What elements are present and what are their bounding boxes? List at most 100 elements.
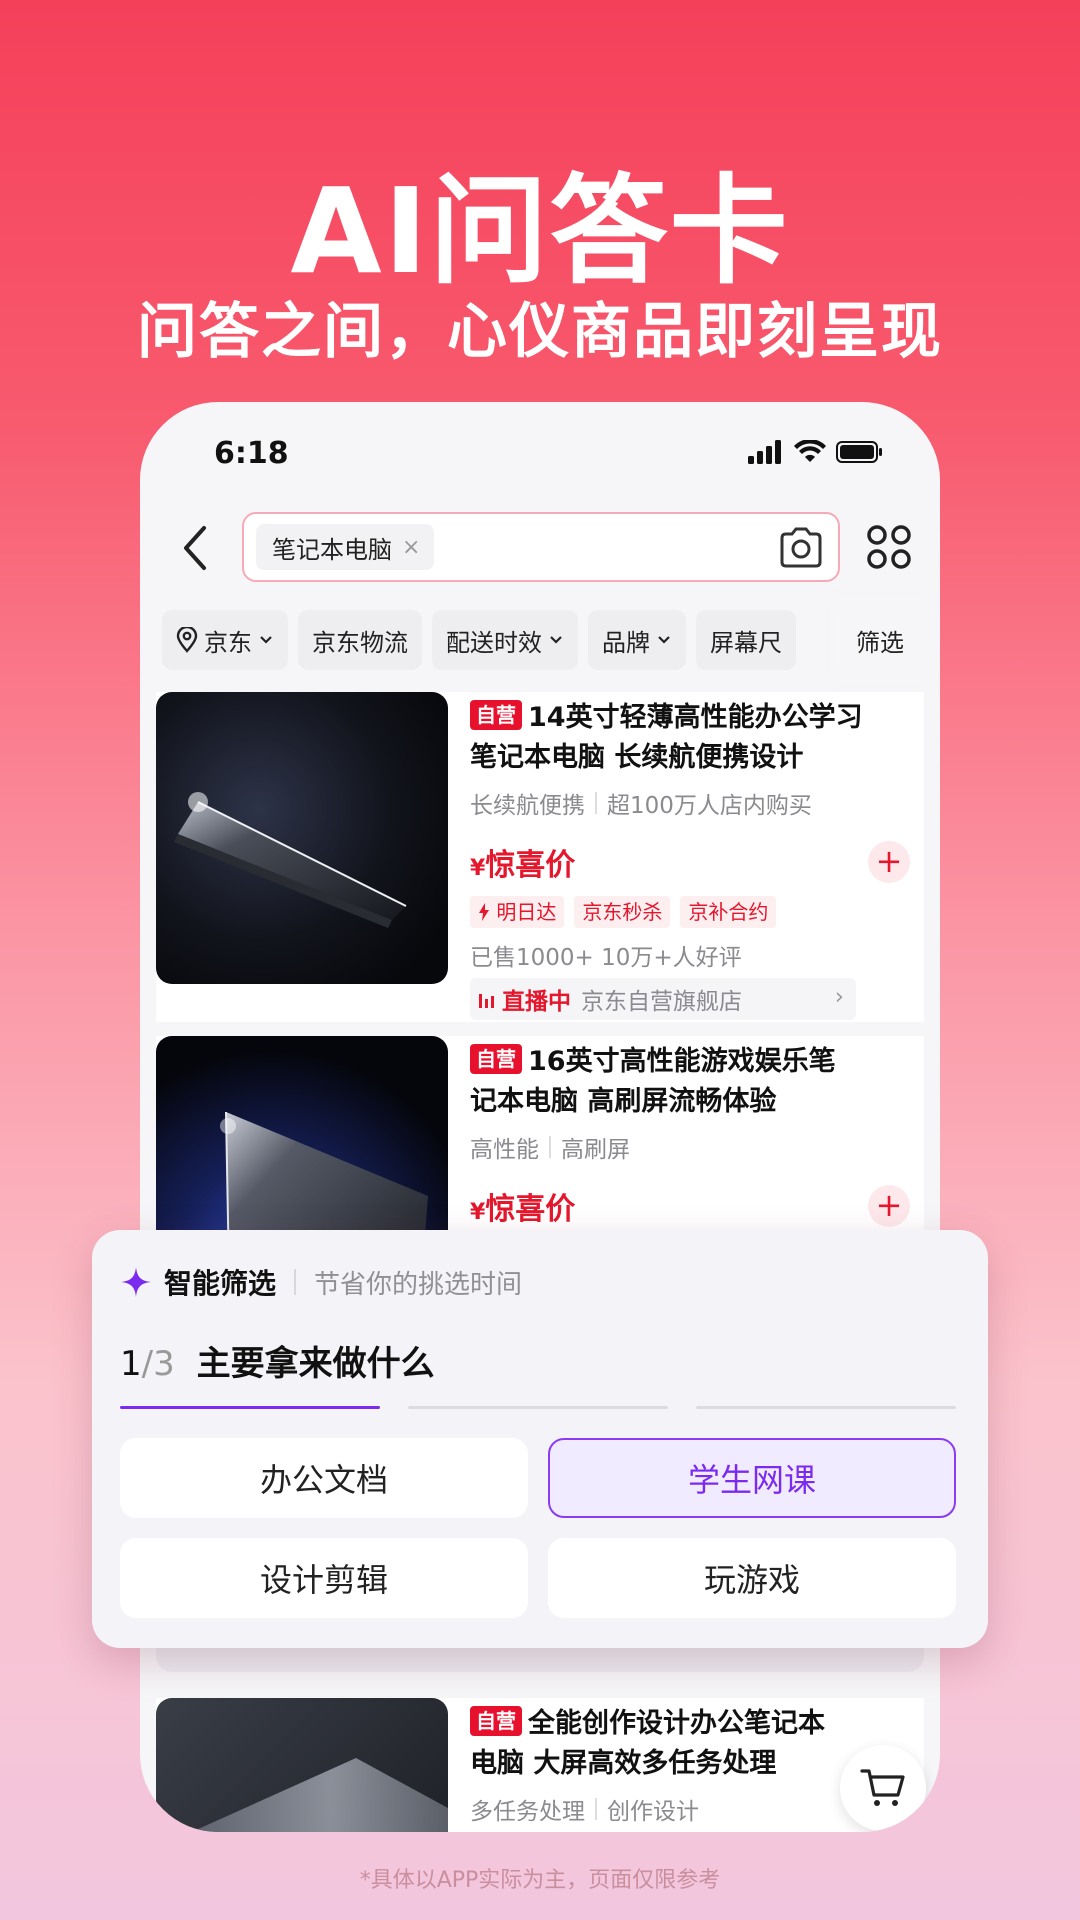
product-title-line1: 14英寸轻薄高性能办公学习	[528, 702, 863, 733]
product-card-3[interactable]: 自营 全能创作设计办公笔记本 电脑 大屏高效多任务处理 多任务处理 创作设计	[156, 1698, 924, 1832]
feature-tag: 高刷屏	[561, 1137, 630, 1163]
live-store-link[interactable]: 直播中 京东自营旗舰店 ›	[470, 978, 856, 1020]
divider	[549, 1136, 551, 1158]
search-keyword: 笔记本电脑	[272, 535, 392, 564]
product-title-line1: 全能创作设计办公笔记本	[528, 1708, 825, 1739]
add-to-cart-button[interactable]: +	[868, 1185, 910, 1227]
live-label: 直播中	[502, 989, 571, 1015]
filter-brand[interactable]: 品牌	[588, 610, 686, 670]
option-online-class[interactable]: 学生网课	[548, 1438, 956, 1518]
hero-title: AI问答卡	[290, 162, 790, 300]
smart-filter-card: 智能筛选 节省你的挑选时间 1/3 主要拿来做什么 办公文档 学生网课 设计剪辑…	[92, 1230, 988, 1648]
wifi-icon	[794, 440, 826, 462]
question-heading: 1/3 主要拿来做什么	[120, 1336, 435, 1385]
product-title-line2: 电脑 大屏高效多任务处理	[470, 1748, 777, 1779]
camera-button[interactable]	[778, 526, 824, 570]
answer-options: 办公文档 学生网课 设计剪辑 玩游戏	[120, 1438, 956, 1618]
filter-screen-size[interactable]: 屏幕尺	[696, 610, 796, 670]
cart-icon	[860, 1769, 905, 1806]
filter-location[interactable]: 京东	[162, 610, 288, 670]
price-row: ¥惊喜价 +	[470, 1184, 910, 1228]
progress-segment	[408, 1406, 668, 1409]
cart-button[interactable]	[840, 1745, 926, 1831]
filter-screen-label: 屏幕尺	[710, 628, 782, 657]
price-label: 惊喜价	[485, 1192, 576, 1227]
product-title[interactable]: 自营 14英寸轻薄高性能办公学习 笔记本电脑 长续航便携设计	[470, 698, 910, 778]
self-operated-badge: 自营	[470, 1706, 522, 1736]
laptop-image	[156, 1698, 448, 1832]
option-office-docs[interactable]: 办公文档	[120, 1438, 528, 1518]
smart-filter-title: 智能筛选	[164, 1267, 277, 1300]
filter-delivery-label: 配送时效	[446, 628, 542, 657]
sparkle-icon	[121, 1267, 151, 1297]
option-gaming[interactable]: 玩游戏	[548, 1538, 956, 1618]
progress-segment	[120, 1406, 380, 1409]
filter-delivery[interactable]: 配送时效	[432, 610, 578, 670]
search-row: 笔记本电脑 ×	[140, 502, 940, 592]
question-progress	[120, 1406, 956, 1409]
product-features: 长续航便携 超100万人店内购买	[470, 786, 910, 820]
feature-tag: 长续航便携	[470, 793, 585, 819]
chevron-left-icon	[184, 526, 206, 570]
question-total: /3	[141, 1344, 175, 1384]
filter-logistics[interactable]: 京东物流	[298, 610, 422, 670]
search-keyword-chip[interactable]: 笔记本电脑 ×	[256, 524, 435, 570]
promo-tag-subsidy: 京补合约	[680, 896, 777, 928]
question-text: 主要拿来做什么	[196, 1344, 435, 1384]
back-button[interactable]	[174, 520, 218, 576]
divider	[294, 1269, 297, 1295]
progress-segment	[696, 1406, 956, 1409]
filter-brand-label: 品牌	[602, 628, 650, 657]
location-pin-icon	[176, 627, 198, 653]
currency-symbol: ¥	[470, 856, 486, 881]
feature-tag: 高性能	[470, 1137, 539, 1163]
product-card-1[interactable]: 自营 14英寸轻薄高性能办公学习 笔记本电脑 长续航便携设计 长续航便携 超100…	[156, 692, 924, 1022]
chevron-right-icon: ›	[834, 984, 844, 1010]
chevron-down-icon	[550, 636, 562, 644]
feature-tag: 超100万人店内购买	[607, 793, 812, 819]
filter-more-button[interactable]: 筛选	[840, 598, 940, 682]
filter-location-label: 京东	[204, 628, 252, 657]
search-input[interactable]: 笔记本电脑 ×	[242, 512, 840, 582]
currency-symbol: ¥	[470, 1200, 486, 1225]
filter-logistics-label: 京东物流	[312, 628, 408, 657]
self-operated-badge: 自营	[470, 700, 522, 730]
divider	[595, 1798, 597, 1820]
camera-icon	[780, 527, 822, 568]
promo-tags: 明日达 京东秒杀 京补合约	[470, 896, 910, 928]
divider	[595, 792, 597, 814]
feature-tag: 创作设计	[607, 1799, 699, 1825]
product-image[interactable]	[156, 692, 448, 984]
signal-icon	[748, 440, 781, 464]
product-price: ¥惊喜价	[470, 840, 575, 884]
status-icons	[748, 440, 884, 464]
store-name: 京东自营旗舰店	[581, 989, 742, 1015]
self-operated-badge: 自营	[470, 1044, 522, 1074]
chevron-down-icon	[658, 636, 670, 644]
live-bars-icon	[479, 994, 494, 1008]
smart-filter-header: 智能筛选 节省你的挑选时间	[120, 1262, 522, 1302]
price-row: ¥惊喜价 +	[470, 840, 910, 884]
product-info: 自营 16英寸高性能游戏娱乐笔 记本电脑 高刷屏流畅体验 高性能 高刷屏 ¥惊喜价…	[470, 1042, 910, 1228]
live-badge: 直播中	[478, 982, 571, 1016]
option-design-editing[interactable]: 设计剪辑	[120, 1538, 528, 1618]
promo-tag-flash-sale: 京东秒杀	[574, 896, 671, 928]
filter-bar: 京东 京东物流 配送时效 品牌 屏幕尺	[140, 598, 940, 682]
sales-count: 已售1000+ 10万+人好评	[470, 945, 742, 971]
product-features: 高性能 高刷屏	[470, 1130, 910, 1164]
filter-more-label: 筛选	[856, 628, 904, 657]
product-image[interactable]	[156, 1698, 448, 1832]
smart-filter-subtitle: 节省你的挑选时间	[314, 1269, 523, 1300]
promo-tag-next-day: 明日达	[470, 896, 565, 928]
grid-icon	[867, 525, 911, 569]
battery-icon	[836, 441, 882, 463]
laptop-image	[156, 692, 448, 984]
product-title[interactable]: 自营 16英寸高性能游戏娱乐笔 记本电脑 高刷屏流畅体验	[470, 1042, 910, 1122]
apps-button[interactable]	[866, 524, 912, 570]
add-to-cart-button[interactable]: +	[868, 841, 910, 883]
product-title-line2: 笔记本电脑 长续航便携设计	[470, 742, 804, 773]
hero-subtitle: 问答之间，心仪商品即刻呈现	[137, 297, 943, 367]
disclaimer-footnote: *具体以APP实际为主，页面仅限参考	[359, 1868, 721, 1893]
product-info: 自营 14英寸轻薄高性能办公学习 笔记本电脑 长续航便携设计 长续航便携 超100…	[470, 698, 910, 1020]
close-icon[interactable]: ×	[402, 535, 420, 560]
